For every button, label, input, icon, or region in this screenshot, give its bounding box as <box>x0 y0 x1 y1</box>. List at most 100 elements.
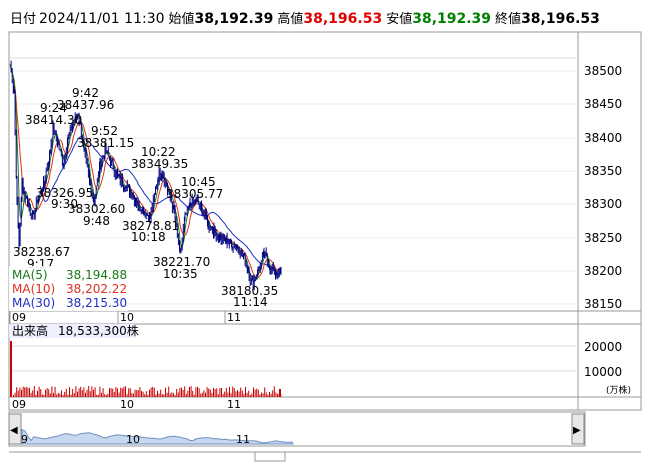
volume-bar <box>182 389 184 397</box>
volume-bar <box>85 392 86 397</box>
scroll-right-icon[interactable]: ▶ <box>573 425 581 436</box>
volume-bar <box>227 392 229 397</box>
volume-bar <box>277 394 278 397</box>
volume-bar <box>30 392 32 397</box>
volume-bar <box>208 388 210 397</box>
price-tick: 38150 <box>584 297 622 311</box>
volume-bar <box>257 389 259 397</box>
volume-bar <box>256 388 258 397</box>
volume-bar <box>185 394 187 397</box>
volume-bar <box>267 394 269 397</box>
volume-bar <box>184 386 186 397</box>
volume-bar <box>230 393 232 397</box>
volume-bar <box>49 393 51 397</box>
volume-bar <box>209 389 211 397</box>
volume-bar <box>67 394 69 397</box>
volume-bar <box>174 394 176 397</box>
scroll-left-icon[interactable]: ◀ <box>10 425 18 436</box>
volume-bar <box>213 388 214 397</box>
volume-bar <box>240 387 242 397</box>
volume-bar <box>89 391 91 397</box>
volume-bar <box>160 389 162 397</box>
time-axis-label: 10 <box>120 311 134 324</box>
volume-bar <box>123 386 125 397</box>
volume-bar <box>117 388 118 397</box>
price-axis: 38500 38450 38400 38350 38300 38250 3820… <box>584 64 622 311</box>
volume-title: 出来高 <box>12 323 48 338</box>
volume-bar <box>219 388 221 397</box>
volume-bar <box>97 394 99 397</box>
volume-bar <box>77 391 78 397</box>
volume-bar <box>205 392 206 397</box>
volume-bar <box>192 390 194 397</box>
volume-bar <box>126 394 128 397</box>
volume-bar <box>128 388 130 397</box>
volume-bar <box>153 387 155 397</box>
volume-bar <box>198 388 200 397</box>
volume-bars <box>10 341 282 397</box>
volume-bar <box>56 394 58 397</box>
volume-bar <box>152 386 154 397</box>
navigator-right-button[interactable]: ▶ <box>571 413 585 445</box>
volume-bar <box>235 391 237 397</box>
volume-bar <box>238 391 240 397</box>
volume-bar <box>109 388 110 397</box>
volume-bar <box>181 387 182 397</box>
volume-bar <box>222 393 224 397</box>
volume-bar <box>259 394 261 397</box>
volume-bar <box>29 388 30 397</box>
volume-bar <box>24 387 26 397</box>
volume-bar <box>233 388 235 397</box>
navigator-left-button[interactable]: ◀ <box>8 413 22 445</box>
volume-bar <box>105 394 107 397</box>
volume-bar <box>177 392 179 397</box>
volume-bar <box>211 392 213 397</box>
volume-bar <box>46 388 48 397</box>
volume-time-label: 11 <box>227 398 241 411</box>
volume-bar <box>40 389 42 397</box>
volume-bar <box>253 387 254 397</box>
volume-bar <box>144 394 146 397</box>
chart-window: 日付 2024/11/01 11:30 始値 38,192.39 高値 38,1… <box>0 0 653 470</box>
volume-bar <box>96 394 98 397</box>
volume-bar <box>232 386 234 397</box>
ma10-legend-value: 38,202.22 <box>66 282 127 296</box>
volume-bar <box>251 393 253 397</box>
volume-bar <box>99 386 101 397</box>
volume-bar <box>264 387 266 397</box>
volume-bar <box>104 394 106 397</box>
volume-bar <box>214 389 216 397</box>
annotation-price: 38414.30 <box>25 113 82 127</box>
volume-bar <box>142 391 144 397</box>
volume-bar <box>129 388 131 397</box>
volume-bar <box>43 394 45 397</box>
volume-bar <box>107 393 109 397</box>
annotation-time: 9:48 <box>83 214 110 228</box>
ma5-legend-label: MA(5) <box>12 268 48 282</box>
volume-bar <box>25 386 27 397</box>
volume-bar <box>53 392 54 397</box>
price-tick: 38250 <box>584 231 622 245</box>
volume-value: 18,533,300株 <box>58 323 139 338</box>
volume-bar <box>94 387 96 397</box>
navigator-scroll-thumb[interactable] <box>254 451 286 462</box>
volume-bar <box>113 391 115 397</box>
volume-bar <box>254 389 256 397</box>
volume-bar <box>27 387 29 397</box>
volume-bar <box>225 387 227 397</box>
volume-bar <box>149 389 150 397</box>
volume-bar <box>161 394 163 397</box>
volume-bar <box>246 392 248 397</box>
volume-bar <box>224 391 226 397</box>
volume-bar <box>171 392 173 397</box>
volume-bar <box>145 391 147 397</box>
volume-bar <box>72 388 74 397</box>
annotation-time: 11:14 <box>233 295 268 309</box>
volume-bar <box>131 393 133 397</box>
volume-bar <box>61 390 62 397</box>
volume-bar <box>147 394 149 397</box>
volume-bar <box>173 393 174 397</box>
volume-bar <box>136 390 138 397</box>
volume-bar <box>70 394 72 397</box>
volume-bar <box>48 389 50 397</box>
